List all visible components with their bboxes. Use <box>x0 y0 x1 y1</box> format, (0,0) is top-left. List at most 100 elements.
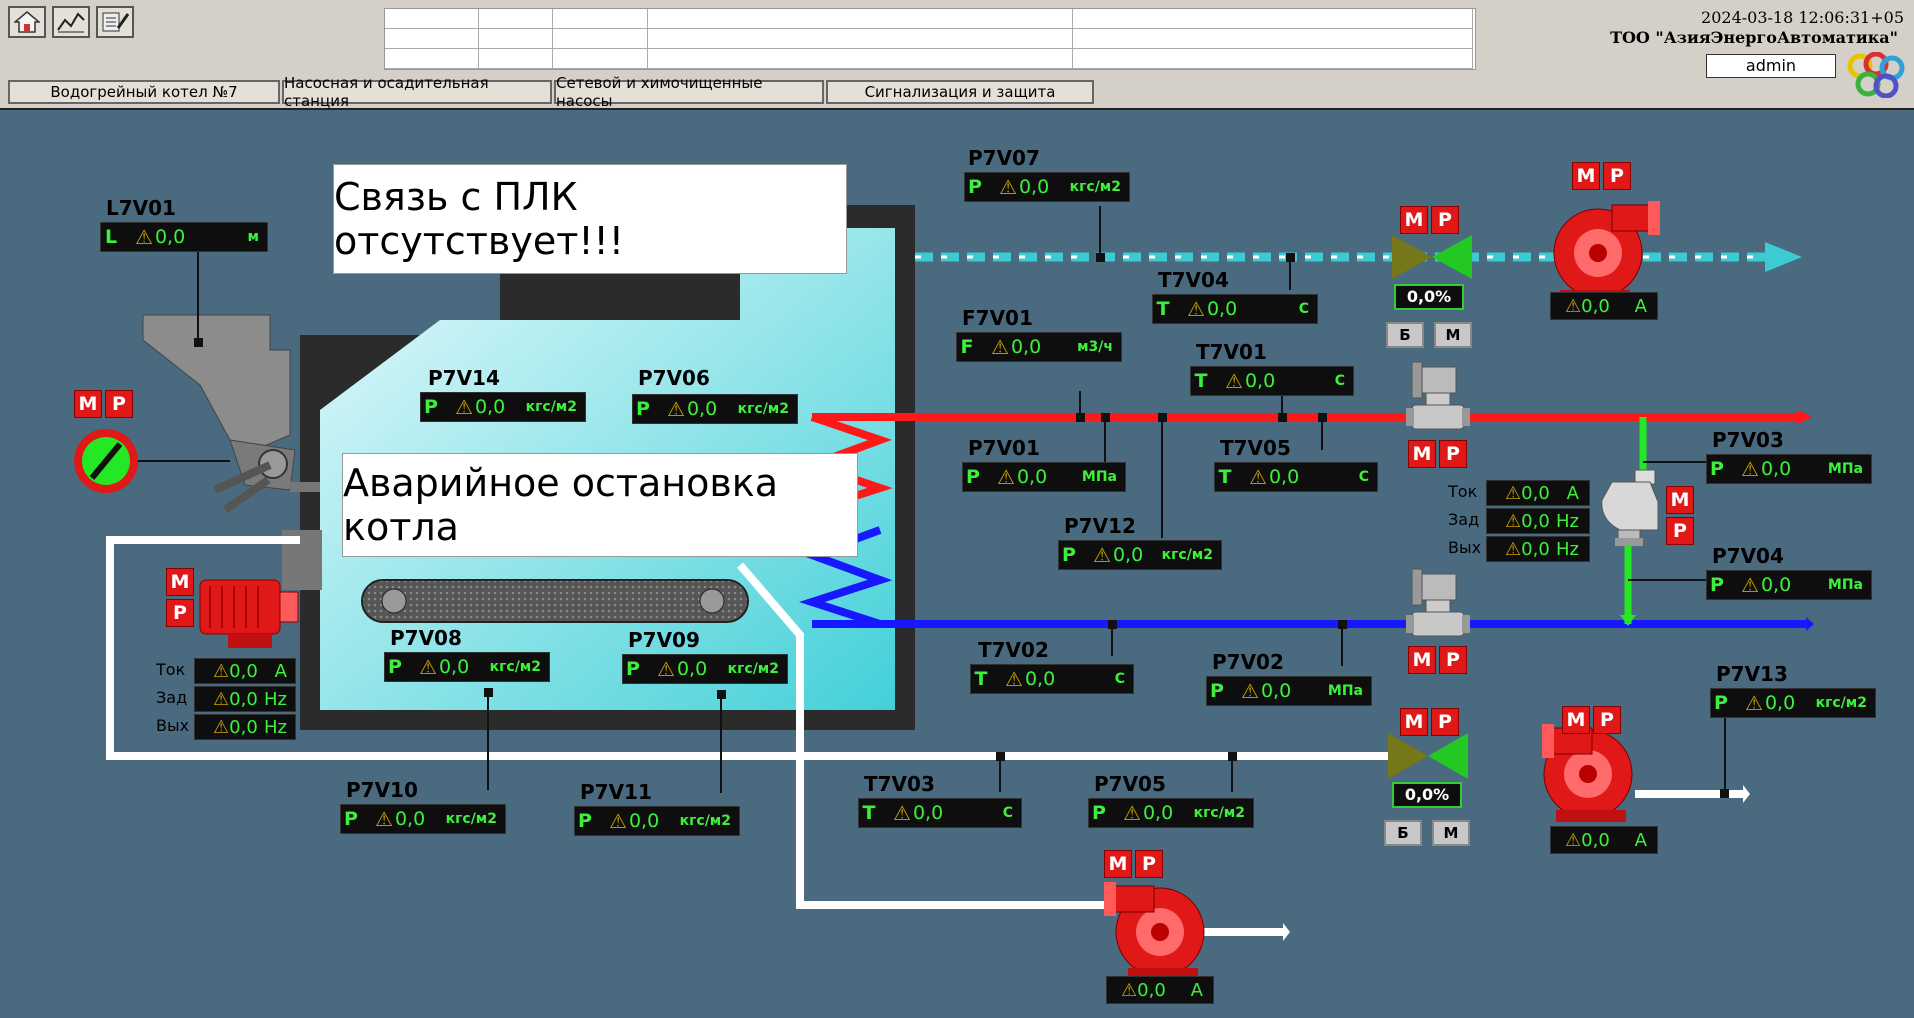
tag-L7V01: L7V01 <box>106 196 176 220</box>
indicator-P7V11[interactable]: P ⚠ 0,0 кгс/м2 <box>574 806 740 836</box>
valve-top-m-button[interactable]: М <box>1434 322 1472 348</box>
top-bar: Водогрейный котел №7 Насосная и осадител… <box>0 0 1914 110</box>
indicator-unit: кгс/м2 <box>679 813 731 829</box>
journal-edit-icon[interactable] <box>96 6 134 38</box>
grid-cell <box>648 9 1073 29</box>
indicator-P7V06[interactable]: P ⚠ 0,0 кгс/м2 <box>632 394 798 424</box>
indicator-P7V08[interactable]: P ⚠ 0,0 кгс/м2 <box>384 652 550 682</box>
valve-bottom-m-button[interactable]: М <box>1432 820 1470 846</box>
tag-T7V05: T7V05 <box>1220 436 1291 460</box>
indicator-value: 0,0 <box>154 226 186 248</box>
user-field[interactable]: admin <box>1706 54 1836 78</box>
indicator-P7V02[interactable]: P ⚠ 0,0 МПа <box>1206 676 1372 706</box>
indicator-value: 0,0 <box>1206 298 1238 320</box>
drive-value: 0,0 <box>1521 538 1550 560</box>
indicator-P7V09[interactable]: P ⚠ 0,0 кгс/м2 <box>622 654 788 684</box>
tab-network-pumps[interactable]: Сетевой и химочищенные насосы <box>554 74 824 110</box>
trend-chart-icon[interactable] <box>52 6 90 38</box>
indicator-value: 0,0 <box>1016 466 1048 488</box>
pump-bottom-mode-buttons: М Р <box>1104 850 1163 878</box>
manual-mode-button[interactable]: М <box>1400 206 1428 234</box>
valve-top-b-button[interactable]: Б <box>1386 322 1424 348</box>
indicator-unit: С <box>1114 671 1125 687</box>
indicator-P7V03[interactable]: P ⚠ 0,0 МПа <box>1706 454 1872 484</box>
tag-T7V03: T7V03 <box>864 772 935 796</box>
grid-cell <box>1073 49 1473 69</box>
tag-P7V02: P7V02 <box>1212 650 1284 674</box>
grid-cell <box>385 49 479 69</box>
drive-value: 0,0 <box>229 716 258 738</box>
indicator-value: 0,0 <box>394 808 426 830</box>
indicator-unit: С <box>1358 469 1369 485</box>
scada-mimic: Связь с ПЛК отсутствует!!! Аварийное ост… <box>0 110 1914 1018</box>
warning-icon: ⚠ <box>213 688 230 710</box>
remote-mode-button[interactable]: Р <box>1593 706 1621 734</box>
remote-mode-button[interactable]: Р <box>1603 162 1631 190</box>
indicator-P7V14[interactable]: P ⚠ 0,0 кгс/м2 <box>420 392 586 422</box>
home-icon[interactable] <box>8 6 46 38</box>
indicator-P7V07[interactable]: P ⚠ 0,0 кгс/м2 <box>964 172 1130 202</box>
manual-mode-button[interactable]: М <box>1666 486 1694 514</box>
manual-mode-button[interactable]: М <box>1562 706 1590 734</box>
inline-pump-bottom-mode-buttons: М Р <box>1408 646 1467 674</box>
drive-value: 0,0 <box>229 660 258 682</box>
indicator-P7V10[interactable]: P ⚠ 0,0 кгс/м2 <box>340 804 506 834</box>
indicator-T7V05[interactable]: T ⚠ 0,0 С <box>1214 462 1378 492</box>
indicator-letter: T <box>1194 370 1208 392</box>
manual-mode-button[interactable]: М <box>1400 708 1428 736</box>
indicator-T7V01[interactable]: T ⚠ 0,0 С <box>1190 366 1354 396</box>
manual-mode-button[interactable]: М <box>1408 646 1436 674</box>
drive-right-vyh: ⚠ 0,0 Hz <box>1486 536 1590 562</box>
grid-cell <box>479 9 553 29</box>
warning-icon: ⚠ <box>997 465 1015 489</box>
manual-mode-button[interactable]: М <box>1572 162 1600 190</box>
indicator-unit: кгс/м2 <box>489 659 541 675</box>
tab-boiler-7[interactable]: Водогрейный котел №7 <box>8 80 280 104</box>
valve-bottom-b-button[interactable]: Б <box>1384 820 1422 846</box>
manual-mode-button[interactable]: М <box>1408 440 1436 468</box>
warning-icon: ⚠ <box>375 807 393 831</box>
tab-alarms[interactable]: Сигнализация и защита <box>826 80 1094 104</box>
tag-P7V11: P7V11 <box>580 780 652 804</box>
chain-grate <box>361 579 749 623</box>
emergency-stop-alert: Аварийное остановка котла <box>342 453 858 557</box>
drive-value: 0,0 <box>229 688 258 710</box>
indicator-P7V12[interactable]: P ⚠ 0,0 кгс/м2 <box>1058 540 1222 570</box>
manual-mode-button[interactable]: М <box>74 390 102 418</box>
grid-cell <box>648 49 1073 69</box>
indicator-P7V01[interactable]: P ⚠ 0,0 МПа <box>962 462 1126 492</box>
indicator-T7V04[interactable]: T ⚠ 0,0 С <box>1152 294 1318 324</box>
remote-mode-button[interactable]: Р <box>1439 646 1467 674</box>
indicator-T7V03[interactable]: T ⚠ 0,0 С <box>858 798 1022 828</box>
fan-motor-mode-buttons: М Р <box>166 568 194 627</box>
inline-pump-bottom-icon <box>1406 568 1470 637</box>
indicator-P7V13[interactable]: P ⚠ 0,0 кгс/м2 <box>1710 688 1876 718</box>
remote-mode-button[interactable]: Р <box>1431 206 1459 234</box>
indicator-T7V02[interactable]: T ⚠ 0,0 С <box>970 664 1134 694</box>
indicator-F7V01[interactable]: F ⚠ 0,0 м3/ч <box>956 332 1122 362</box>
indicator-P7V05[interactable]: P ⚠ 0,0 кгс/м2 <box>1088 798 1254 828</box>
remote-mode-button[interactable]: Р <box>1666 517 1694 545</box>
indicator-P7V04[interactable]: P ⚠ 0,0 МПа <box>1706 570 1872 600</box>
warning-icon: ⚠ <box>213 660 230 682</box>
indicator-value: 0,0 <box>1010 336 1042 358</box>
company-name: ТОО "АзияЭнергоАвтоматика" <box>1610 28 1898 47</box>
tag-P7V06: P7V06 <box>638 366 710 390</box>
manual-mode-button[interactable]: М <box>166 568 194 596</box>
warning-icon: ⚠ <box>609 809 627 833</box>
warning-icon: ⚠ <box>1241 679 1259 703</box>
remote-mode-button[interactable]: Р <box>105 390 133 418</box>
remote-mode-button[interactable]: Р <box>1439 440 1467 468</box>
indicator-L7V01[interactable]: L ⚠ 0,0 м <box>100 222 268 252</box>
remote-mode-button[interactable]: Р <box>1431 708 1459 736</box>
grid-cell <box>553 9 648 29</box>
manual-mode-button[interactable]: М <box>1104 850 1132 878</box>
tab-pump-station[interactable]: Насосная и осадительная станция <box>282 74 552 110</box>
process-diagram <box>74 201 1814 980</box>
datetime: 2024-03-18 12:06:31+05 <box>1701 8 1904 27</box>
remote-mode-button[interactable]: Р <box>166 599 194 627</box>
indicator-letter: T <box>1218 466 1232 488</box>
indicator-letter: P <box>626 658 640 680</box>
indicator-letter: T <box>862 802 876 824</box>
remote-mode-button[interactable]: Р <box>1135 850 1163 878</box>
